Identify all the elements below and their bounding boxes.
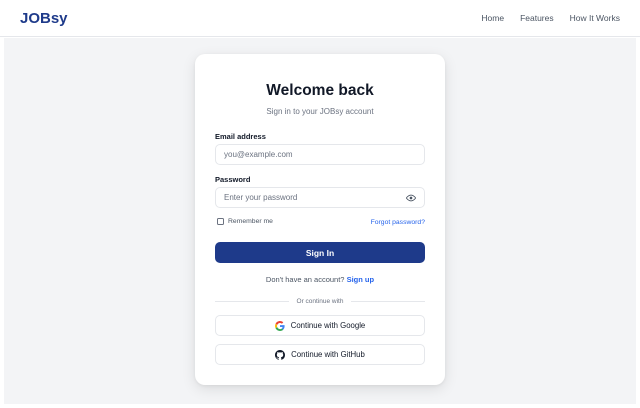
github-signin-label: Continue with GitHub — [291, 350, 365, 359]
signup-row: Don't have an account? Sign up — [195, 275, 445, 284]
divider-text: Or continue with — [296, 297, 344, 305]
login-form: Email address Password Remember me Forgo… — [195, 0, 445, 408]
eye-icon[interactable] — [406, 193, 416, 203]
email-label: Email address — [215, 132, 266, 141]
password-field-wrapper — [215, 187, 425, 208]
brand-logo[interactable]: JOBsy — [20, 10, 68, 27]
forgot-password-link[interactable]: Forgot password? — [371, 219, 425, 226]
nav-link-how-it-works[interactable]: How It Works — [570, 13, 620, 23]
email-field-wrapper — [215, 144, 425, 165]
sign-up-link[interactable]: Sign up — [347, 275, 375, 284]
divider-line-left — [215, 300, 289, 302]
remember-me-label: Remember me — [228, 218, 273, 225]
divider-line-right — [351, 300, 425, 302]
github-icon — [275, 349, 286, 360]
google-signin-button[interactable]: Continue with Google — [215, 315, 425, 336]
nav-link-home[interactable]: Home — [481, 13, 504, 23]
divider: Or continue with — [215, 297, 425, 305]
nav-links: Home Features How It Works — [481, 13, 620, 23]
google-icon — [274, 320, 285, 331]
remember-me-checkbox[interactable] — [217, 218, 224, 225]
password-field[interactable] — [224, 193, 406, 202]
nav-link-features[interactable]: Features — [520, 13, 554, 23]
email-field[interactable] — [224, 150, 416, 159]
google-signin-label: Continue with Google — [290, 321, 366, 330]
remember-me: Remember me — [217, 218, 273, 225]
signup-prompt: Don't have an account? — [265, 275, 345, 284]
github-signin-button[interactable]: Continue with GitHub — [215, 344, 425, 365]
password-label: Password — [215, 175, 251, 184]
sign-in-button[interactable]: Sign In — [215, 242, 425, 263]
